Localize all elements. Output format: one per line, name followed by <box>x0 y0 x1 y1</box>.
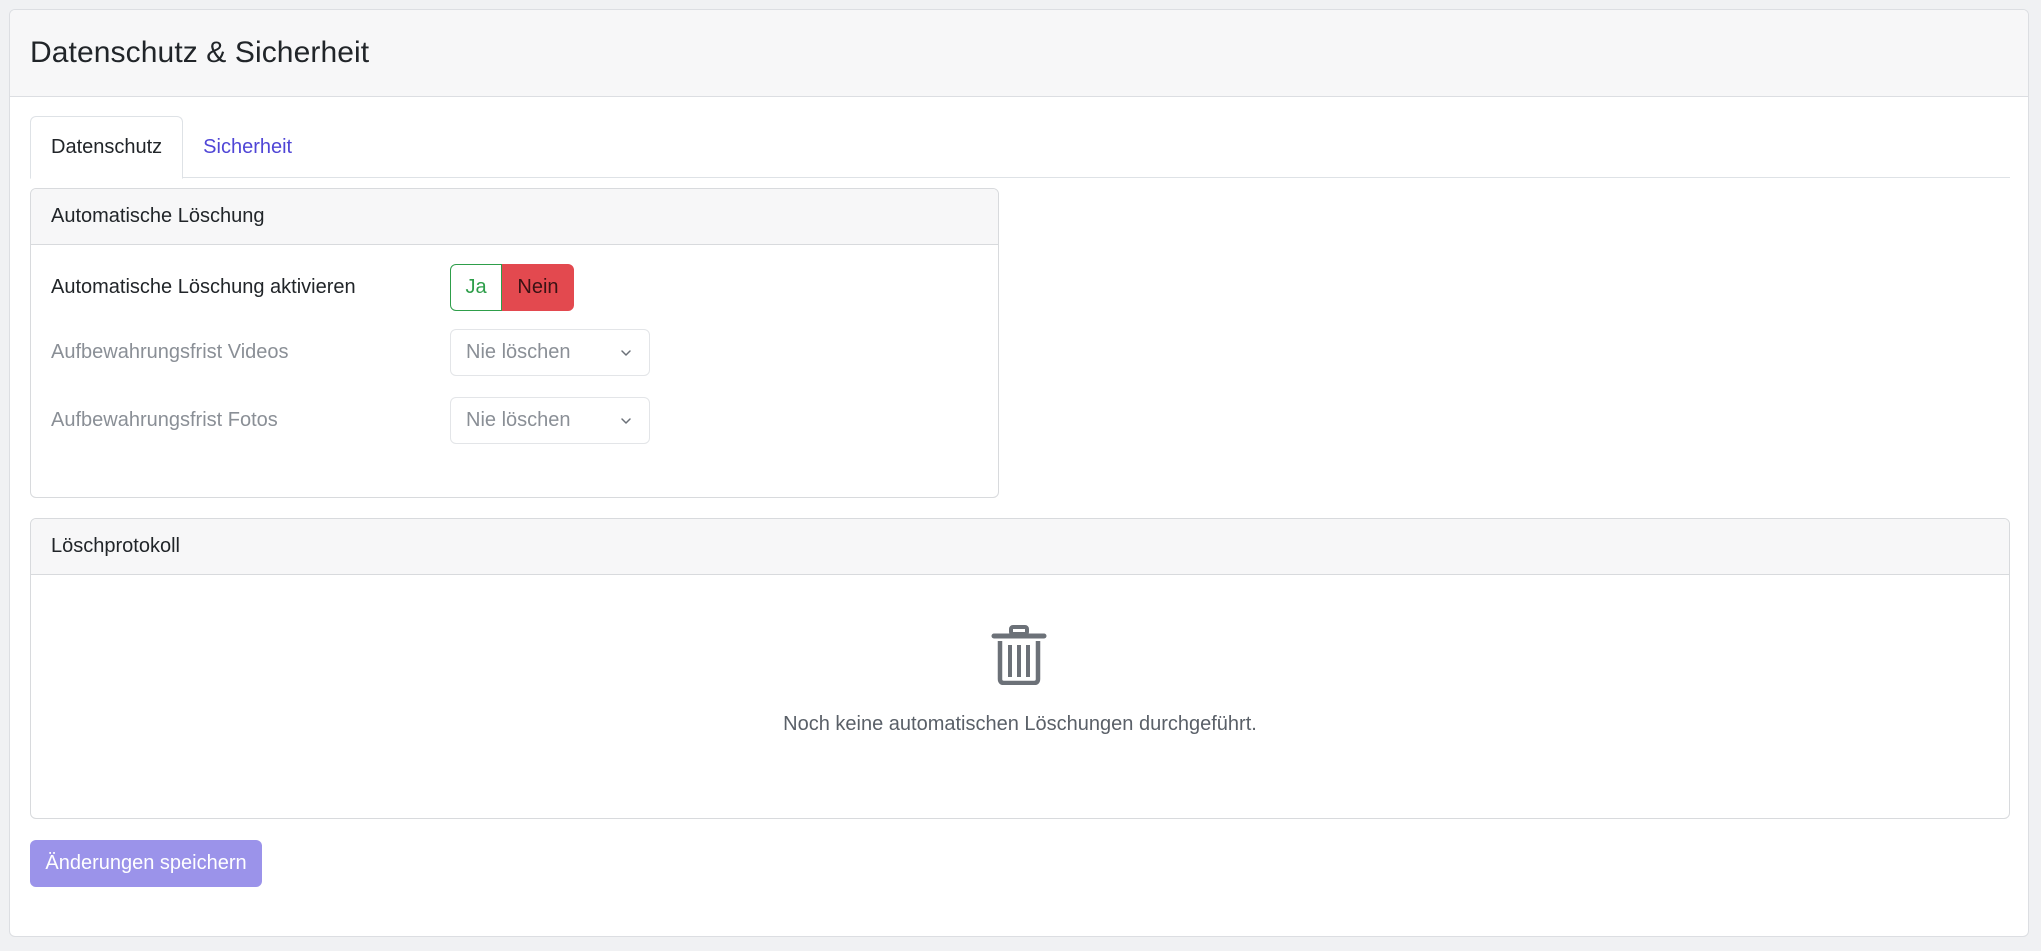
card-header: Datenschutz & Sicherheit <box>10 10 2028 97</box>
page-title: Datenschutz & Sicherheit <box>30 36 370 69</box>
tab-sicherheit[interactable]: Sicherheit <box>183 116 312 178</box>
videos-row: Aufbewahrungsfrist Videos Nie löschen <box>51 329 650 376</box>
videos-retention-value: Nie löschen <box>466 341 571 363</box>
yes-button[interactable]: Ja <box>450 264 502 311</box>
enable-row: Automatische Löschung aktivieren Ja Nein <box>51 264 574 311</box>
tab-datenschutz[interactable]: Datenschutz <box>30 116 184 179</box>
photos-retention-select[interactable]: Nie löschen <box>450 397 650 444</box>
videos-retention-select[interactable]: Nie löschen <box>450 329 650 376</box>
videos-label: Aufbewahrungsfrist Videos <box>51 341 289 363</box>
enable-label: Automatische Löschung aktivieren <box>51 276 356 298</box>
deletion-log-panel: Löschprotokoll Noch keine automatischen … <box>30 518 2010 819</box>
enable-toggle: Ja Nein <box>450 264 574 311</box>
chevron-down-icon <box>621 417 631 424</box>
photos-label: Aufbewahrungsfrist Fotos <box>51 409 278 431</box>
no-button[interactable]: Nein <box>502 264 574 311</box>
empty-state: Noch keine automatischen Löschungen durc… <box>31 575 2009 818</box>
auto-delete-header: Automatische Löschung <box>31 189 998 245</box>
save-button[interactable]: Änderungen speichern <box>30 840 262 887</box>
photos-retention-value: Nie löschen <box>466 409 571 431</box>
deletion-log-header: Löschprotokoll <box>31 519 2009 575</box>
auto-delete-panel: Automatische Löschung Automatische Lösch… <box>30 188 999 498</box>
photos-row: Aufbewahrungsfrist Fotos Nie löschen <box>51 397 650 444</box>
empty-message: Noch keine automatischen Löschungen durc… <box>783 713 1257 735</box>
settings-card: Datenschutz & Sicherheit Datenschutz Sic… <box>9 9 2029 937</box>
chevron-down-icon <box>621 349 631 356</box>
trash-icon <box>991 625 1047 685</box>
tab-bar: Datenschutz Sicherheit <box>30 116 2010 179</box>
